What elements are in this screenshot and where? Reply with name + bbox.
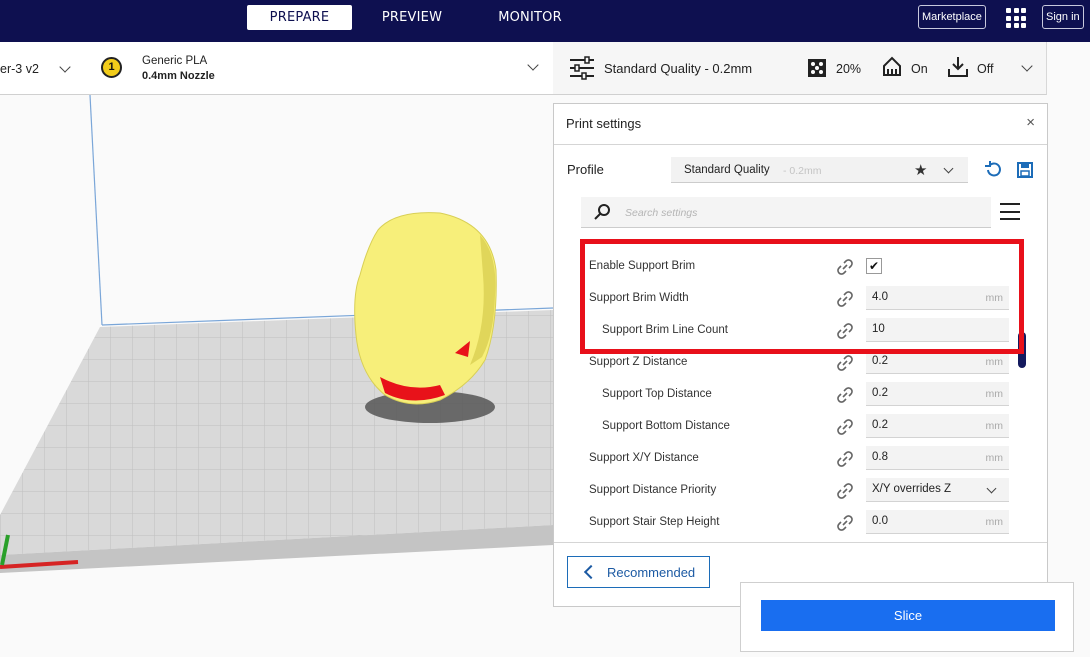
marketplace-button[interactable]: Marketplace xyxy=(918,5,986,29)
setting-label: Support Top Distance xyxy=(602,388,712,400)
save-icon[interactable] xyxy=(1017,162,1033,178)
printer-selector[interactable]: er-3 v2 xyxy=(0,42,86,95)
link-icon[interactable] xyxy=(836,482,854,500)
panel-title: Print settings xyxy=(566,116,642,131)
star-icon[interactable]: ★ xyxy=(914,161,927,179)
value: 0.8 xyxy=(872,451,888,463)
setting-label: Support X/Y Distance xyxy=(589,452,699,464)
nozzle-size: 0.4mm Nozzle xyxy=(142,70,215,82)
setting-row-support-bottom-distance: Support Bottom Distance 0.2 mm xyxy=(554,411,1024,443)
tab-monitor[interactable]: MONITOR xyxy=(478,5,582,30)
highlight-box xyxy=(580,239,1024,354)
link-icon[interactable] xyxy=(836,354,854,372)
chevron-down-icon xyxy=(1021,60,1033,72)
support-xy-distance-input[interactable]: 0.8 mm xyxy=(866,446,1009,470)
material-selector[interactable]: 1 Generic PLA 0.4mm Nozzle xyxy=(85,42,554,95)
tab-preview[interactable]: PREVIEW xyxy=(360,5,464,30)
adhesion-icon xyxy=(948,57,968,77)
profile-name: Standard Quality xyxy=(684,164,770,176)
divider xyxy=(554,144,1047,145)
support-icon xyxy=(883,56,901,76)
unit: mm xyxy=(985,452,1004,464)
setting-row-support-stair-step-height: Support Stair Step Height 0.0 mm xyxy=(554,507,1024,539)
unit: mm xyxy=(985,388,1004,400)
value: 0.2 xyxy=(872,419,888,431)
slice-button[interactable]: Slice xyxy=(761,600,1055,631)
recommended-label: Recommended xyxy=(607,565,696,580)
setting-row-support-xy-distance: Support X/Y Distance 0.8 mm xyxy=(554,443,1024,475)
profile-label: Profile xyxy=(567,162,604,177)
support-value: On xyxy=(911,62,928,76)
chevron-down-icon xyxy=(59,61,71,73)
unit: mm xyxy=(985,356,1004,368)
chevron-down-icon xyxy=(986,483,997,494)
chevron-down-icon xyxy=(527,59,539,71)
value: 0.0 xyxy=(872,515,888,527)
tab-prepare[interactable]: PREPARE xyxy=(247,5,352,30)
chevron-left-icon xyxy=(583,564,599,580)
apps-grid-icon[interactable] xyxy=(1006,8,1026,28)
quality-profile-label: Standard Quality - 0.2mm xyxy=(604,61,753,76)
setting-label: Support Distance Priority xyxy=(589,484,717,496)
material-name: Generic PLA xyxy=(142,55,208,67)
setting-label: Support Bottom Distance xyxy=(602,420,730,432)
link-icon[interactable] xyxy=(836,514,854,532)
link-icon[interactable] xyxy=(836,450,854,468)
setting-row-support-top-distance: Support Top Distance 0.2 mm xyxy=(554,379,1024,411)
settings-sliders-icon xyxy=(570,56,594,80)
profile-dropdown[interactable]: Standard Quality - 0.2mm ★ xyxy=(671,157,968,183)
close-icon[interactable]: × xyxy=(1026,114,1035,131)
search-placeholder: Search settings xyxy=(625,207,698,219)
menu-icon[interactable] xyxy=(1000,203,1020,226)
link-icon[interactable] xyxy=(836,418,854,436)
divider xyxy=(554,542,1047,543)
support-top-distance-input[interactable]: 0.2 mm xyxy=(866,382,1009,406)
sign-in-button[interactable]: Sign in xyxy=(1042,5,1084,29)
infill-icon xyxy=(808,59,826,77)
quality-selector[interactable]: Standard Quality - 0.2mm 20% On Off xyxy=(553,42,1047,95)
printer-name: er-3 v2 xyxy=(0,62,39,76)
top-bar: PREPARE PREVIEW MONITOR Marketplace Sign… xyxy=(0,0,1090,42)
link-icon[interactable] xyxy=(836,386,854,404)
setting-row-support-distance-priority: Support Distance Priority X/Y overrides … xyxy=(554,475,1024,507)
profile-sub: - 0.2mm xyxy=(783,165,822,177)
infill-value: 20% xyxy=(836,62,862,76)
setting-label: Support Z Distance xyxy=(589,356,688,368)
chevron-down-icon xyxy=(943,163,954,174)
print-settings-panel: Print settings × Profile Standard Qualit… xyxy=(553,103,1048,607)
recommended-button[interactable]: Recommended xyxy=(567,556,710,588)
support-stair-step-height-input[interactable]: 0.0 mm xyxy=(866,510,1009,534)
value: 0.2 xyxy=(872,355,888,367)
reset-icon[interactable] xyxy=(984,161,1002,179)
value: 0.2 xyxy=(872,387,888,399)
extruder-badge-icon: 1 xyxy=(101,57,122,78)
support-distance-priority-dropdown[interactable]: X/Y overrides Z xyxy=(866,478,1009,502)
support-bottom-distance-input[interactable]: 0.2 mm xyxy=(866,414,1009,438)
search-input[interactable]: Search settings xyxy=(581,197,991,228)
value: X/Y overrides Z xyxy=(872,483,952,495)
search-icon xyxy=(594,204,610,220)
unit: mm xyxy=(985,516,1004,528)
unit: mm xyxy=(985,420,1004,432)
adhesion-value: Off xyxy=(977,62,994,76)
setting-label: Support Stair Step Height xyxy=(589,516,720,528)
